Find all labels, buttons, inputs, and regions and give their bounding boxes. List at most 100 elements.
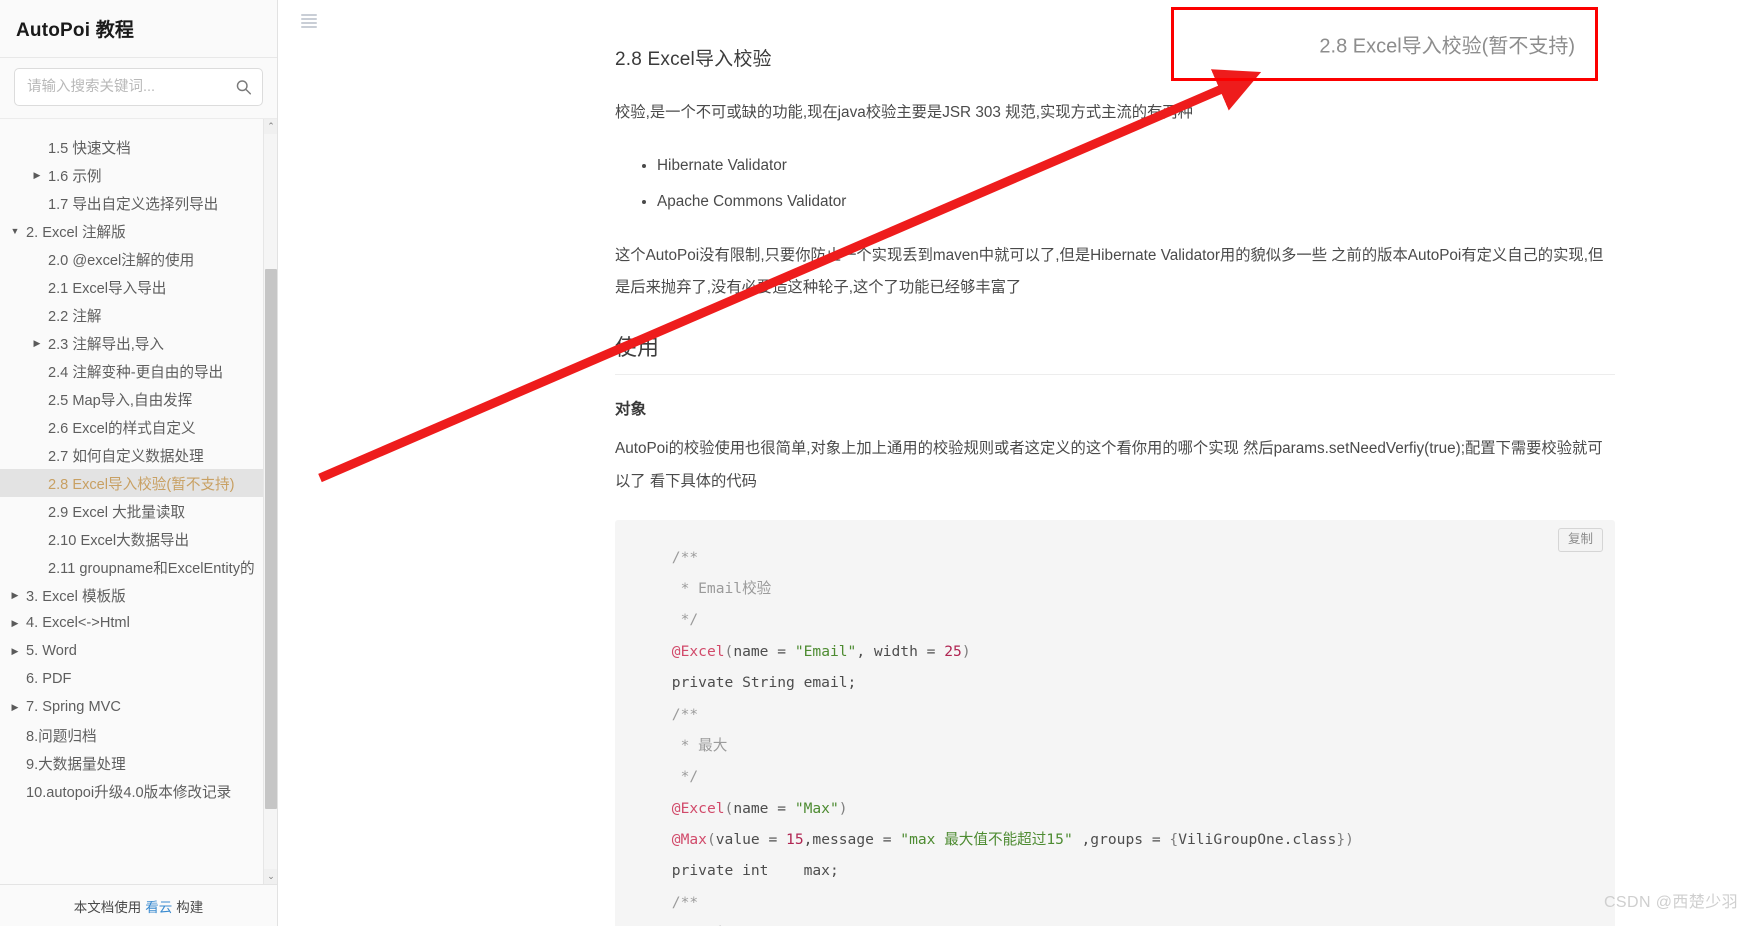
code-line: @Excel(name = "Email", width = 25)	[663, 636, 1615, 667]
sidebar-item-label: 2. Excel 注解版	[26, 224, 126, 241]
code-token: private String email;	[671, 674, 857, 692]
sidebar-item[interactable]: 2.8 Excel导入校验(暂不支持)	[0, 469, 263, 497]
scroll-up-arrow-icon[interactable]: ⌃	[264, 119, 277, 134]
sidebar-item[interactable]: 2.10 Excel大数据导出	[0, 525, 263, 553]
sidebar-search-container	[0, 58, 277, 118]
sidebar-item[interactable]: ▶ 7. Spring MVC	[0, 693, 263, 721]
code-line: private String email;	[663, 667, 1615, 698]
chevron-right-icon[interactable]: ▶	[8, 702, 22, 712]
code-token: value	[715, 831, 769, 849]
search-input[interactable]	[15, 69, 262, 105]
sidebar: AutoPoi 教程 1.4 概述文档 1.5 快速文档 ▶ 1.6 示例 1.7 导出…	[0, 0, 278, 926]
sidebar-item-label: 1.6 示例	[48, 168, 102, 185]
copy-button[interactable]: 复制	[1557, 527, 1603, 553]
code-token: (	[706, 831, 716, 849]
sidebar-item[interactable]: 2.5 Map导入,自由发挥	[0, 385, 263, 413]
sidebar-footer: 本文档使用 看云 构建	[0, 884, 277, 926]
code-token: (	[724, 799, 734, 817]
hamburger-icon[interactable]	[301, 14, 317, 28]
sidebar-item[interactable]: 2.7 如何自定义数据处理	[0, 441, 263, 469]
sidebar-item[interactable]: 2.4 注解变种-更自由的导出	[0, 357, 263, 385]
code-token: ,groups	[1072, 831, 1152, 849]
sidebar-item[interactable]: ▼ 2. Excel 注解版	[0, 217, 263, 245]
object-description: AutoPoi的校验使用也很简单,对象上加上通用的校验规则或者这定义的这个看你用…	[615, 440, 1603, 490]
code-line: * 最大	[663, 730, 1615, 761]
sidebar-item[interactable]: 2.1 Excel导入导出	[0, 273, 263, 301]
code-token: private int max;	[671, 862, 839, 880]
sidebar-item-label: 2.8 Excel导入校验(暂不支持)	[48, 476, 235, 493]
sidebar-item[interactable]: 2.2 注解	[0, 301, 263, 329]
code-token: ,message	[803, 831, 883, 849]
chevron-right-icon[interactable]: ▶	[8, 618, 22, 628]
chevron-right-icon[interactable]: ▶	[30, 338, 44, 348]
code-token: 15	[786, 831, 804, 849]
sidebar-item[interactable]: 2.0 @excel注解的使用	[0, 245, 263, 273]
sidebar-item[interactable]: 2.9 Excel 大批量读取	[0, 497, 263, 525]
code-line: * Email校验	[663, 573, 1615, 604]
code-line: /**	[663, 542, 1615, 573]
sidebar-nav-list: 1.4 概述文档 1.5 快速文档 ▶ 1.6 示例 1.7 导出自定义选择列导出 ▼ 2.…	[0, 119, 263, 805]
sidebar-item-label: 8.问题归档	[26, 728, 97, 745]
code-token: "Max"	[794, 799, 839, 817]
app-title: AutoPoi 教程	[16, 20, 135, 41]
code-line: /**	[663, 699, 1615, 730]
sidebar-item[interactable]: 9.大数据量处理	[0, 749, 263, 777]
sidebar-item[interactable]: 1.5 快速文档	[0, 133, 263, 161]
sidebar-item[interactable]: ▶ 2.3 注解导出,导入	[0, 329, 263, 357]
sidebar-item-label: 5. Word	[26, 643, 77, 659]
code-token: 25	[944, 642, 962, 660]
chevron-right-icon[interactable]: ▶	[30, 170, 44, 180]
watermark: CSDN @西楚少羽	[1603, 894, 1738, 911]
main-content: 2.8 Excel导入校验 校验,是一个不可或缺的功能,现在java校验主要是J…	[278, 0, 1764, 926]
sidebar-item-label: 2.5 Map导入,自由发挥	[48, 392, 193, 409]
chevron-right-icon[interactable]: ▶	[8, 646, 22, 656]
sidebar-item[interactable]: 2.11 groupname和ExcelEntity的	[0, 553, 263, 581]
code-token: @Max	[671, 831, 707, 849]
code-token: {	[1169, 831, 1179, 849]
sidebar-nav-scrollarea[interactable]: 1.4 概述文档 1.5 快速文档 ▶ 1.6 示例 1.7 导出自定义选择列导出 ▼ 2.…	[0, 118, 277, 884]
sidebar-item[interactable]: 2.6 Excel的样式自定义	[0, 413, 263, 441]
sidebar-item[interactable]: ▶ 4. Excel<->Html	[0, 609, 263, 637]
sidebar-item[interactable]: ▶ 5. Word	[0, 637, 263, 665]
search-box[interactable]	[14, 68, 263, 106]
sidebar-item[interactable]: 1.7 导出自定义选择列导出	[0, 189, 263, 217]
code-token: })	[1336, 831, 1354, 849]
code-token: @Excel	[671, 799, 725, 817]
code-line: @Excel(name = "Max")	[663, 793, 1615, 824]
sidebar-item[interactable]: ▶ 1.6 示例	[0, 161, 263, 189]
body-paragraph: 这个AutoPoi没有限制,只要你防止一个实现丢到maven中就可以了,但是Hi…	[615, 247, 1604, 297]
list-item: Hibernate Validator	[657, 151, 1615, 180]
code-token: /**	[671, 705, 699, 723]
code-token: )	[961, 642, 971, 660]
sidebar-item-label: 1.5 快速文档	[48, 140, 131, 157]
code-token: name	[733, 642, 778, 660]
sidebar-item-label: 3. Excel 模板版	[26, 588, 126, 605]
sidebar-item-label: 2.2 注解	[48, 308, 102, 325]
code-line: /**	[663, 887, 1615, 918]
scroll-down-arrow-icon[interactable]: ⌄	[264, 869, 277, 884]
code-token: /**	[671, 893, 699, 911]
section-heading-object: 对象	[615, 401, 647, 419]
sidebar-item-label: 10.autopoi升级4.0版本修改记录	[26, 784, 232, 801]
chevron-right-icon[interactable]: ▶	[8, 590, 22, 600]
sidebar-item[interactable]: ▶ 3. Excel 模板版	[0, 581, 263, 609]
sidebar-item-label: 2.6 Excel的样式自定义	[48, 420, 196, 437]
code-line: @Max(value = 15,message = "max 最大值不能超过15…	[663, 824, 1615, 855]
sidebar-item-label: 2.10 Excel大数据导出	[48, 532, 190, 549]
sidebar-scrollbar[interactable]: ⌃ ⌄	[263, 119, 277, 884]
intro-paragraph: 校验,是一个不可或缺的功能,现在java校验主要是JSR 303 规范,实现方式…	[615, 104, 1193, 121]
footer-link-kanyun[interactable]: 看云	[145, 896, 172, 916]
scrollbar-thumb[interactable]	[265, 269, 277, 809]
sidebar-item[interactable]: 6. PDF	[0, 665, 263, 693]
sidebar-item-label: 1.7 导出自定义选择列导出	[48, 196, 219, 213]
sidebar-item[interactable]: 8.问题归档	[0, 721, 263, 749]
chevron-down-icon[interactable]: ▼	[8, 226, 22, 236]
code-token: =	[777, 642, 795, 660]
sidebar-item-label: 2.1 Excel导入导出	[48, 280, 167, 297]
code-content[interactable]: /** * Email校验 */ @Excel(name = "Email", …	[615, 542, 1615, 926]
sidebar-item[interactable]: 10.autopoi升级4.0版本修改记录	[0, 777, 263, 805]
code-token: name	[733, 799, 778, 817]
sidebar-item[interactable]: 1.4 概述文档	[0, 119, 263, 133]
search-icon[interactable]	[235, 79, 252, 96]
sidebar-item-label: 2.7 如何自定义数据处理	[48, 448, 204, 465]
